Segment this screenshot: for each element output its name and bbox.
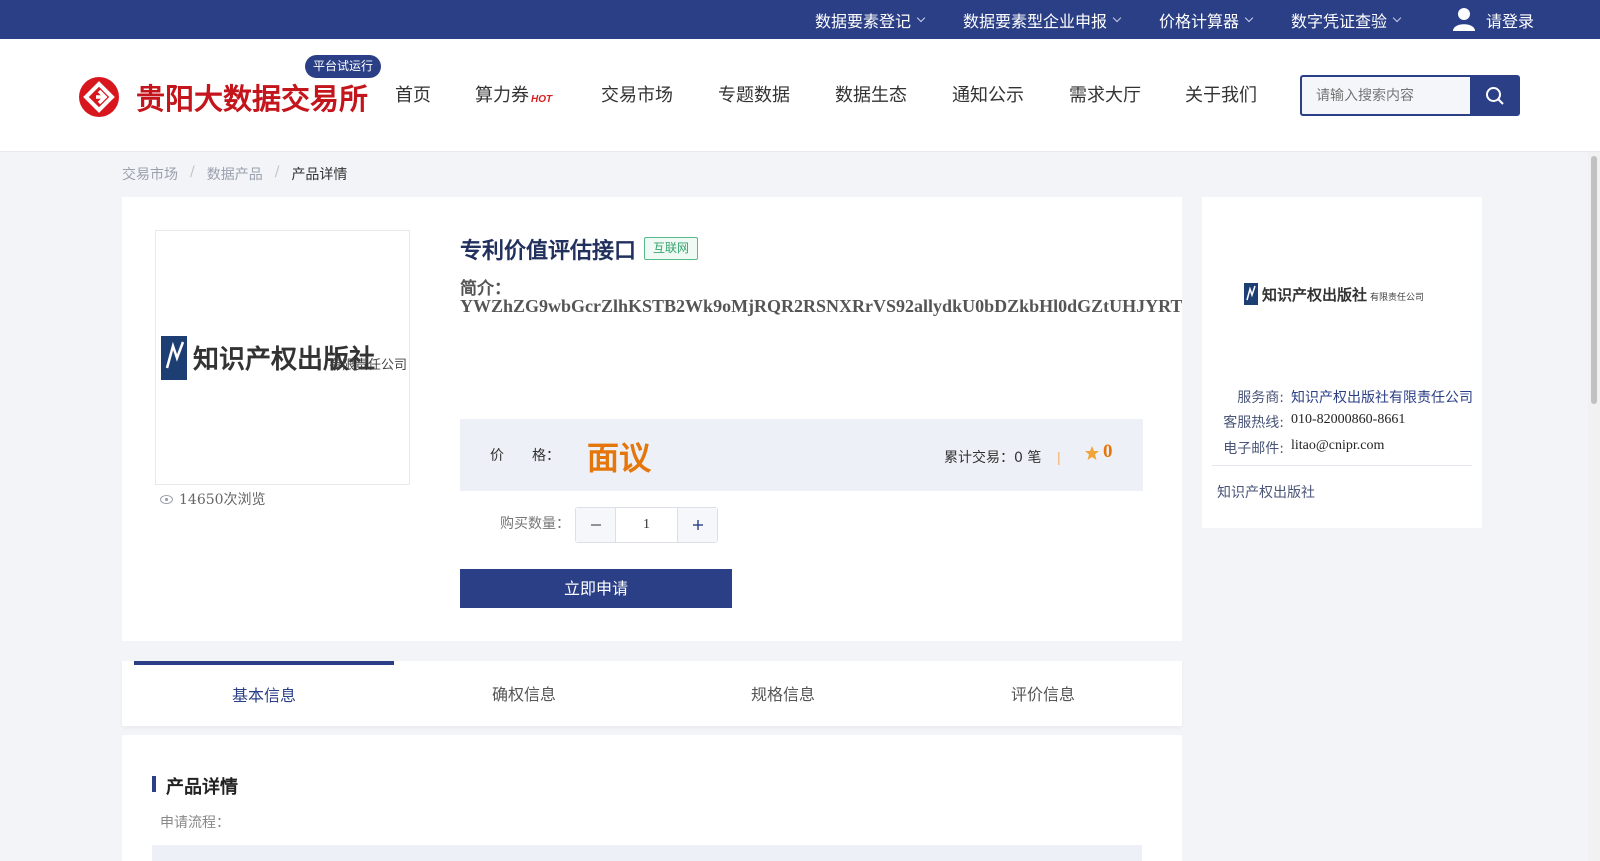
tab-basic-info[interactable]: 基本信息 — [134, 661, 394, 726]
quantity-stepper: 1 — [575, 507, 718, 543]
trial-badge: 平台试运行 — [305, 55, 382, 78]
nav-about[interactable]: 关于我们 — [1185, 39, 1257, 152]
tab-rights-info[interactable]: 确权信息 — [394, 661, 654, 726]
breadcrumb: 交易市场 / 数据产品 / 产品详情 — [122, 164, 347, 184]
section-accent-bar — [152, 776, 156, 792]
eye-icon — [160, 494, 173, 504]
tab-review-info[interactable]: 评价信息 — [913, 661, 1173, 726]
nav-notices[interactable]: 通知公示 — [952, 39, 1024, 152]
minus-icon — [590, 524, 601, 526]
topbar-item-label: 数据要素型企业申报 — [963, 11, 1108, 31]
price-panel: 价 格： 面议 累计交易：0 笔 | 0 — [460, 419, 1143, 491]
email-value: litao@cnipr.com — [1291, 438, 1385, 453]
topbar-item-label: 数据要素登记 — [815, 11, 912, 31]
publisher-logo-image: 知识产权出版社 有限责任公司 — [160, 335, 407, 380]
nav-topic-data[interactable]: 专题数据 — [718, 39, 790, 152]
quantity-input[interactable]: 1 — [616, 508, 677, 542]
product-thumbnail: 知识产权出版社 有限责任公司 — [155, 230, 410, 485]
rating-value: 0 — [1103, 441, 1113, 462]
top-bar: 数据要素登记 数据要素型企业申报 价格计算器 数字凭证查验 请登录 — [0, 0, 1600, 39]
price-label: 价 格： — [490, 448, 560, 464]
topbar-item-enterprise-report[interactable]: 数据要素型企业申报 — [963, 0, 1122, 39]
main-header: 贵阳大数据交易所 平台试运行 首页 算力券 HOT 交易市场 专题数据 数据生态… — [0, 39, 1600, 152]
intro-text: YWZhZG9wbGcrZlhKSTB2Wk9oMjRQR2RSNXRrVS92… — [460, 296, 1182, 316]
nav-demand-hall[interactable]: 需求大厅 — [1069, 39, 1141, 152]
nav-compute-voucher[interactable]: 算力券 — [475, 39, 529, 152]
search-button[interactable] — [1470, 75, 1520, 116]
exchange-logo-icon[interactable] — [79, 77, 119, 117]
chevron-down-icon — [1112, 13, 1122, 22]
quantity-label: 购买数量： — [500, 516, 570, 532]
plus-icon — [692, 520, 703, 530]
topbar-item-certificate-check[interactable]: 数字凭证查验 — [1291, 0, 1402, 39]
product-title: 专利价值评估接口 — [460, 239, 637, 264]
apply-now-button[interactable]: 立即申请 — [460, 569, 732, 608]
divider: | — [1057, 449, 1061, 465]
topbar-item-label: 价格计算器 — [1159, 11, 1240, 31]
nav-market[interactable]: 交易市场 — [601, 39, 673, 152]
hotline-value: 010-82000860-8661 — [1291, 412, 1406, 427]
view-count-text: 14650次浏览 — [179, 492, 266, 508]
page-scrollbar[interactable] — [1588, 152, 1600, 861]
vendor-row-key: 服务商: — [1237, 390, 1284, 406]
login-link[interactable]: 请登录 — [1486, 0, 1534, 39]
scrollbar-thumb[interactable] — [1591, 156, 1597, 404]
apply-process-label: 申请流程： — [160, 815, 230, 831]
breadcrumb-data-products[interactable]: 数据产品 — [207, 164, 263, 184]
breadcrumb-separator: / — [190, 164, 195, 180]
product-detail-section: 产品详情 申请流程： — [122, 735, 1182, 861]
nav-home[interactable]: 首页 — [395, 39, 431, 152]
star-icon — [1085, 446, 1099, 460]
breadcrumb-separator: / — [274, 164, 280, 180]
topbar-item-price-calculator[interactable]: 价格计算器 — [1159, 0, 1254, 39]
search-icon — [1486, 86, 1504, 105]
tab-spec-info[interactable]: 规格信息 — [653, 661, 913, 726]
topbar-item-data-registration[interactable]: 数据要素登记 — [815, 0, 926, 39]
apply-process-panel — [152, 845, 1142, 861]
vendor-card: 知识产权出版社 有限责任公司 服务商: 知识产权出版社有限责任公司 客服热线: … — [1202, 197, 1482, 528]
view-count: 14650次浏览 — [160, 489, 266, 509]
section-title: 产品详情 — [166, 777, 238, 798]
svg-text:知识产权出版社: 知识产权出版社 — [1262, 286, 1367, 304]
chevron-down-icon — [1244, 13, 1254, 22]
breadcrumb-current: 产品详情 — [291, 167, 348, 183]
decrease-button[interactable] — [576, 508, 616, 542]
product-card: 知识产权出版社 有限责任公司 14650次浏览 专利价值评估接口 互联网 简介：… — [122, 197, 1182, 641]
vendor-row-key: 客服热线: — [1223, 415, 1284, 431]
chevron-down-icon — [916, 13, 926, 22]
detail-tabs: 基本信息 确权信息 规格信息 评价信息 — [122, 661, 1182, 726]
vendor-row-key: 电子邮件: — [1223, 441, 1284, 457]
vendor-footer-name[interactable]: 知识产权出版社 — [1217, 482, 1315, 502]
provider-link[interactable]: 知识产权出版社有限责任公司 — [1291, 387, 1473, 407]
vendor-divider — [1212, 465, 1472, 466]
chevron-down-icon — [1392, 13, 1402, 22]
search-input[interactable] — [1300, 75, 1470, 116]
vendor-logo-image: 知识产权出版社 有限责任公司 — [1244, 283, 1424, 305]
price-value: 面议 — [587, 439, 652, 477]
user-icon[interactable] — [1453, 7, 1475, 31]
category-tag: 互联网 — [644, 237, 699, 260]
breadcrumb-market[interactable]: 交易市场 — [122, 164, 178, 184]
hot-badge: HOT — [531, 94, 553, 105]
logo-text[interactable]: 贵阳大数据交易所 — [136, 76, 368, 118]
nav-ecosystem[interactable]: 数据生态 — [835, 39, 907, 152]
svg-text:有限责任公司: 有限责任公司 — [329, 358, 407, 373]
topbar-item-label: 数字凭证查验 — [1291, 11, 1388, 31]
trade-count: 累计交易：0 笔 — [944, 450, 1042, 466]
increase-button[interactable] — [677, 508, 717, 542]
svg-text:有限责任公司: 有限责任公司 — [1370, 291, 1424, 303]
